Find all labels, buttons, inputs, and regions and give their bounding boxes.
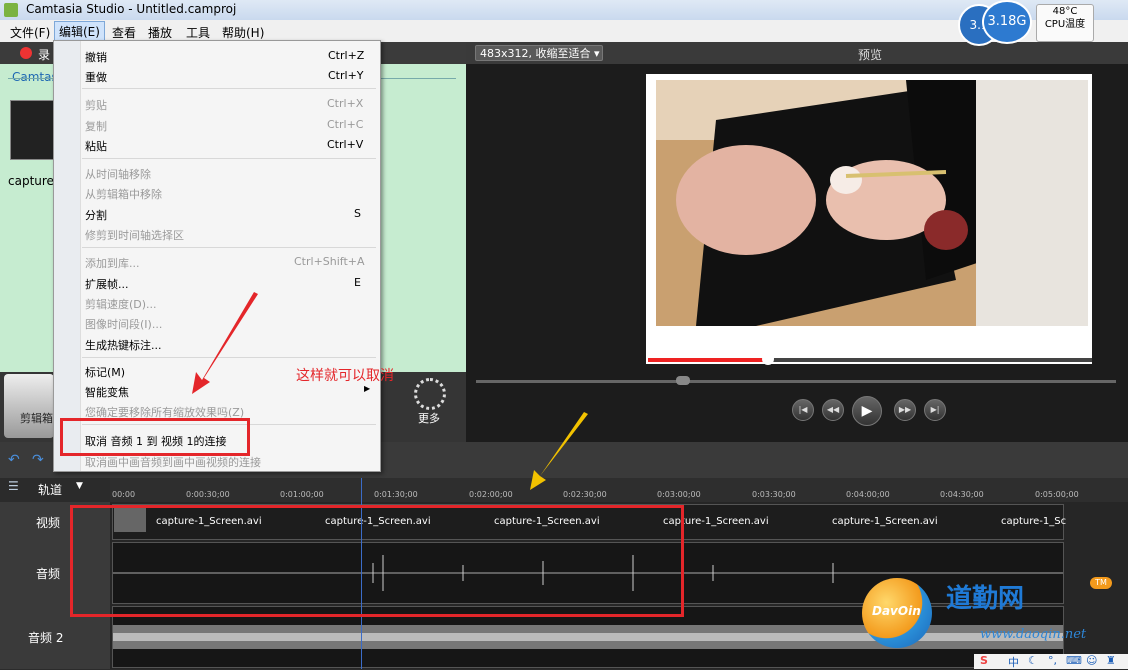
watermark-url: www.daoqin.net xyxy=(980,627,1087,642)
cpu-temp-label: CPU温度 xyxy=(1044,19,1086,30)
moon-icon[interactable]: ☾ xyxy=(1028,654,1038,667)
watermark-logo-text: DavOin xyxy=(872,604,921,618)
user-icon[interactable]: ☺ xyxy=(1086,654,1097,667)
watermark-tm: TM xyxy=(1090,577,1112,589)
arrow-to-tracks xyxy=(530,412,588,490)
punct-icon[interactable]: °, xyxy=(1048,654,1057,667)
speed-ball-primary[interactable]: 3.18G xyxy=(982,0,1032,44)
arrow-to-menu xyxy=(192,292,258,394)
annotation-arrows xyxy=(192,292,588,490)
cpu-temp-value: 48°C xyxy=(1052,6,1078,17)
watermark-brand: 道勤网 xyxy=(946,584,1025,614)
ime-chinese-toggle[interactable]: 中 xyxy=(1008,654,1019,670)
ime-logo[interactable]: S xyxy=(980,654,988,667)
ime-toolbar[interactable]: S 中 ☾ °, ⌨ ☺ ♜ xyxy=(974,654,1128,669)
cpu-temp-widget[interactable]: 48°C CPU温度 xyxy=(1036,4,1094,42)
skin-icon[interactable]: ♜ xyxy=(1106,654,1116,667)
keyboard-icon[interactable]: ⌨ xyxy=(1066,654,1082,667)
